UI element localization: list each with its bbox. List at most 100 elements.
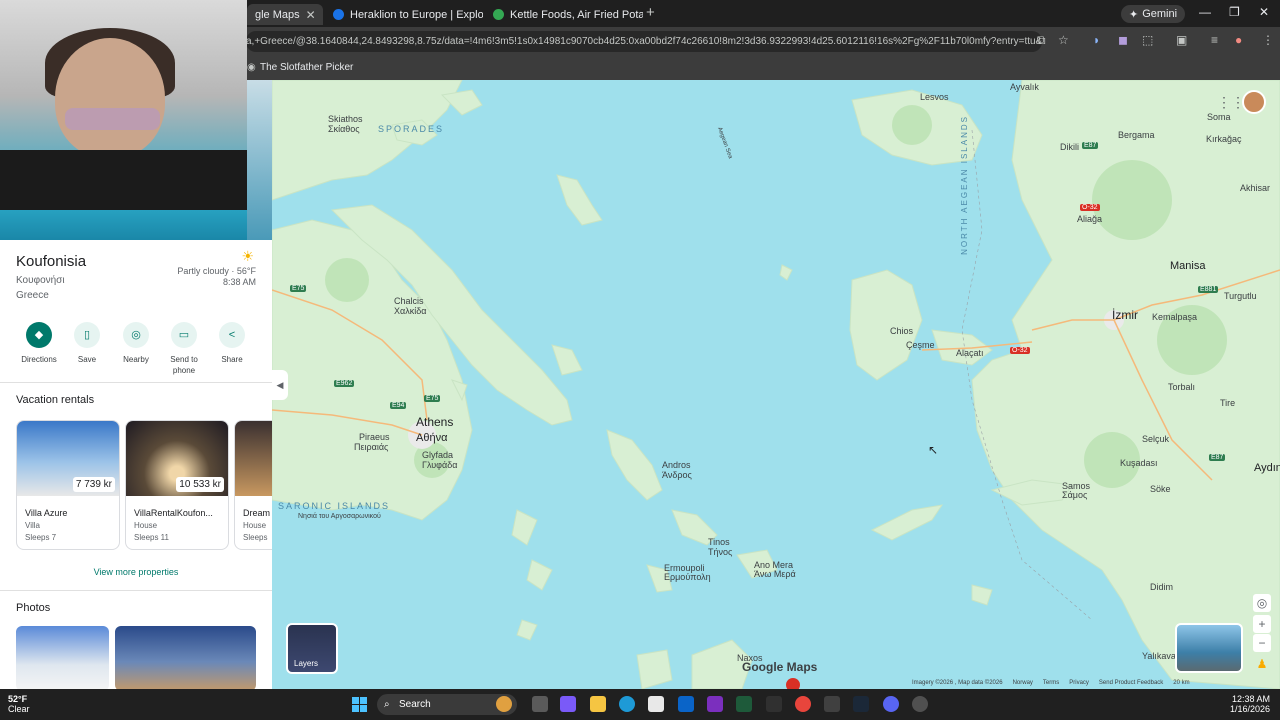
file-explorer-icon[interactable]: [590, 696, 606, 712]
label-tinos[interactable]: Tinos: [708, 537, 730, 547]
app-icon[interactable]: [824, 696, 840, 712]
label-alacati[interactable]: Alaçatı: [956, 348, 984, 358]
app-icon[interactable]: [766, 696, 782, 712]
outlook-icon[interactable]: [678, 696, 694, 712]
menu-kebab-icon[interactable]: ⋮: [1262, 33, 1274, 47]
tab-google-maps[interactable]: gle Maps ✕: [247, 4, 323, 25]
app-icon[interactable]: [707, 696, 723, 712]
label-turgutlu[interactable]: Turgutlu: [1224, 291, 1257, 301]
zoom-in-button[interactable]: +: [1253, 615, 1271, 633]
extensions-puzzle-icon[interactable]: ⬚: [1142, 33, 1153, 47]
pegman-icon[interactable]: ♟: [1253, 655, 1271, 673]
label-piraeus[interactable]: Piraeus: [359, 432, 390, 442]
tab-heraklion[interactable]: Heraklion to Europe | Explore ✕: [325, 4, 483, 25]
label-didim[interactable]: Didim: [1150, 582, 1173, 592]
zoom-out-button[interactable]: −: [1253, 634, 1271, 652]
gemini-button[interactable]: ✦ Gemini: [1121, 5, 1186, 23]
profile-avatar-icon[interactable]: ●: [1235, 33, 1242, 47]
layers-button[interactable]: Layers: [286, 623, 338, 674]
discord-icon[interactable]: [883, 696, 899, 712]
share-label: Share: [221, 355, 243, 364]
label-bergama[interactable]: Bergama: [1118, 130, 1155, 140]
label-glyfada[interactable]: Glyfada: [422, 450, 453, 460]
label-soma[interactable]: Soma: [1207, 112, 1231, 122]
view-more-properties-link[interactable]: View more properties: [0, 567, 272, 577]
label-athens[interactable]: Athens: [416, 416, 453, 428]
label-chios[interactable]: Chios: [890, 326, 913, 336]
label-torbali[interactable]: Torbalı: [1168, 382, 1195, 392]
tab-kettle-foods[interactable]: Kettle Foods, Air Fried Potato C ✕: [485, 4, 643, 25]
app-icon[interactable]: [496, 696, 512, 712]
copilot-icon[interactable]: [560, 696, 576, 712]
install-app-icon[interactable]: ⧉: [1037, 33, 1046, 48]
rental-card[interactable]: 7 739 kr Villa Azure Villa Sleeps 7: [16, 420, 120, 550]
share-button[interactable]: < Share: [209, 322, 255, 365]
label-cesme[interactable]: Çeşme: [906, 340, 935, 350]
save-button[interactable]: ▯ Save: [64, 322, 110, 365]
store-icon[interactable]: [648, 696, 664, 712]
attribution-imagery: Imagery ©2026 , Map data ©2026: [912, 680, 1003, 686]
sidebar-icon[interactable]: ▣: [1176, 33, 1187, 47]
extension-icon[interactable]: ◗: [1093, 33, 1100, 47]
scale-bar[interactable]: 20 km: [1173, 680, 1189, 686]
restore-icon[interactable]: ❐: [1229, 5, 1240, 19]
label-kemalpasa[interactable]: Kemalpaşa: [1152, 312, 1197, 322]
start-button[interactable]: [352, 697, 367, 712]
label-kirkagac[interactable]: Kırkağaç: [1206, 134, 1242, 144]
media-icon[interactable]: ≡: [1211, 33, 1218, 47]
attribution-feedback[interactable]: Send Product Feedback: [1099, 680, 1163, 686]
attribution-country[interactable]: Norway: [1013, 680, 1033, 686]
xbox-icon[interactable]: [736, 696, 752, 712]
label-izmir[interactable]: İzmir: [1112, 309, 1138, 321]
label-soke[interactable]: Söke: [1150, 484, 1171, 494]
map-canvas[interactable]: Skiathos Σκίαθος SPORADES Lesvos Ayvalık…: [272, 80, 1280, 689]
account-avatar[interactable]: [1242, 90, 1266, 114]
label-chalcis[interactable]: Chalcis: [394, 296, 424, 306]
label-kusadasi[interactable]: Kuşadası: [1120, 458, 1158, 468]
label-aliaga[interactable]: Aliağa: [1077, 214, 1102, 224]
place-panel: Koufonisia Κουφονήσι Greece ☀ Partly clo…: [0, 240, 272, 689]
steam-icon[interactable]: [853, 696, 869, 712]
rental-sleeps: Sleeps 7: [25, 533, 57, 542]
rental-photo: 10 533 kr: [126, 421, 228, 496]
attribution-privacy[interactable]: Privacy: [1069, 680, 1089, 686]
rental-card[interactable]: 10 533 kr VillaRentalKoufon... House Sle…: [125, 420, 229, 550]
collapse-panel-button[interactable]: ◀: [272, 370, 288, 400]
send-to-phone-button[interactable]: ▭ Send to phone: [161, 322, 207, 376]
label-ayvalik[interactable]: Ayvalık: [1010, 82, 1039, 92]
label-sporades: SPORADES: [378, 124, 445, 134]
extension-icon[interactable]: ◼: [1118, 33, 1128, 47]
rental-card[interactable]: Dream House Sleeps: [234, 420, 272, 550]
new-tab-button[interactable]: +: [646, 4, 655, 21]
label-lesvos[interactable]: Lesvos: [920, 92, 949, 102]
close-window-icon[interactable]: ✕: [1259, 5, 1269, 19]
settings-icon[interactable]: [912, 696, 928, 712]
label-akhisar[interactable]: Akhisar: [1240, 183, 1270, 193]
directions-button[interactable]: ◆ Directions: [16, 322, 62, 365]
task-view-icon[interactable]: [532, 696, 548, 712]
photo-thumbnail[interactable]: [16, 626, 109, 689]
minimize-icon[interactable]: —: [1199, 5, 1211, 19]
close-icon[interactable]: ✕: [306, 8, 316, 22]
place-hero-image[interactable]: [247, 80, 272, 240]
label-aydin[interactable]: Aydın: [1254, 463, 1280, 474]
layers-label: Layers: [294, 659, 319, 668]
label-tire[interactable]: Tire: [1220, 398, 1235, 408]
label-andros[interactable]: Andros: [662, 460, 691, 470]
my-location-icon[interactable]: ◎: [1253, 594, 1271, 612]
label-dikili[interactable]: Dikili: [1060, 142, 1079, 152]
chrome-icon[interactable]: [795, 696, 811, 712]
url-field[interactable]: a,+Greece/@38.1640844,24.8493298,8.75z/d…: [246, 31, 1042, 52]
label-selcuk[interactable]: Selçuk: [1142, 434, 1169, 444]
label-skiathos[interactable]: Skiathos: [328, 114, 363, 124]
edge-icon[interactable]: [619, 696, 635, 712]
taskbar-weather[interactable]: 52°F Clear: [8, 694, 30, 714]
label-manisa[interactable]: Manisa: [1170, 261, 1205, 272]
attribution-terms[interactable]: Terms: [1043, 680, 1059, 686]
photo-thumbnail[interactable]: [115, 626, 256, 689]
street-view-thumbnail[interactable]: [1175, 623, 1243, 673]
taskbar-clock[interactable]: 12:38 AM 1/16/2026: [1230, 694, 1270, 714]
bookmark-star-icon[interactable]: ☆: [1058, 33, 1069, 47]
nearby-button[interactable]: ◎ Nearby: [113, 322, 159, 365]
bookmark-slotfather[interactable]: The Slotfather Picker: [260, 62, 353, 73]
